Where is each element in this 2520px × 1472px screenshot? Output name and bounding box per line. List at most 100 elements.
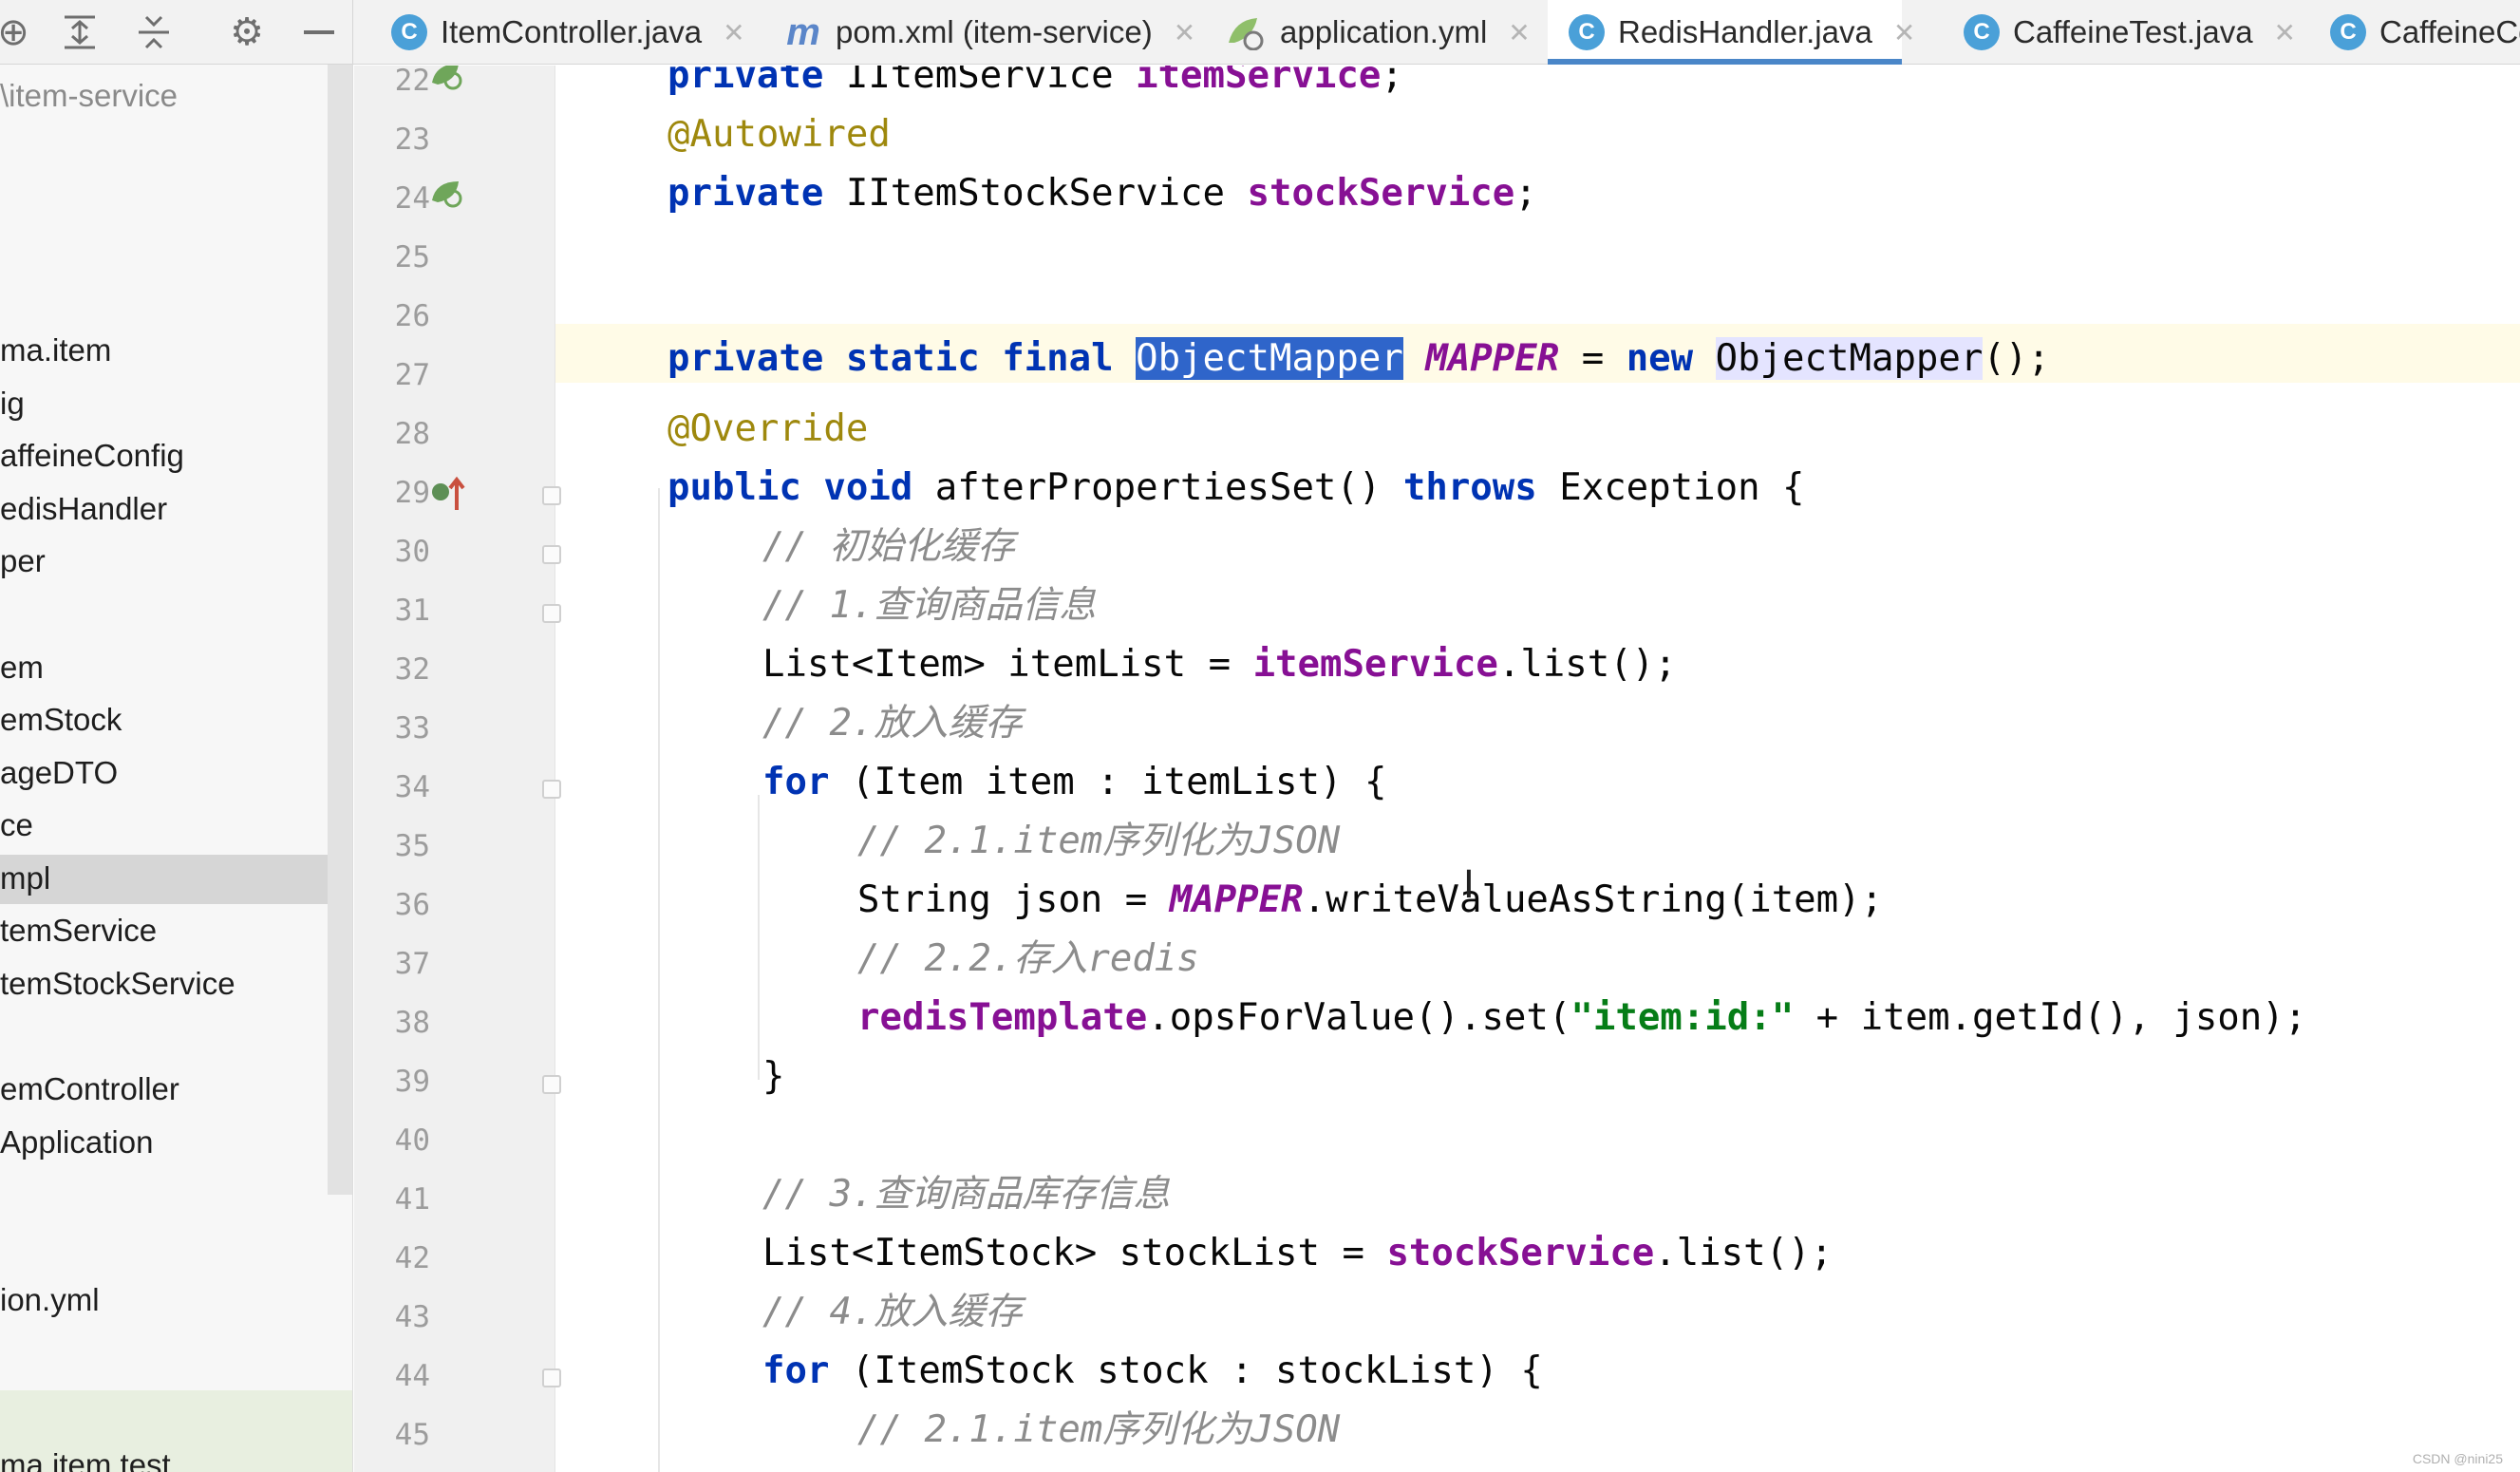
fold-marker[interactable] — [542, 1368, 561, 1387]
tab-application-yml[interactable]: application.yml ✕ — [1204, 0, 1531, 65]
line-number: 28 — [394, 417, 430, 451]
text-cursor-icon: I — [1463, 863, 1475, 907]
close-icon[interactable]: ✕ — [723, 17, 744, 48]
code-line-29: public void afterPropertiesSet() throws … — [668, 466, 1805, 509]
tab-label: application.yml — [1280, 14, 1488, 49]
line-number: 38 — [394, 1006, 430, 1040]
line-number: 42 — [394, 1241, 430, 1275]
tree-item[interactable]: temStockService — [0, 960, 328, 1010]
expand-all-icon[interactable] — [53, 6, 106, 59]
line-number: 35 — [394, 829, 430, 863]
tab-label: CaffeineCo — [2379, 14, 2520, 49]
tree-item[interactable]: edisHandler — [0, 485, 328, 535]
fold-marker[interactable] — [542, 545, 561, 564]
code-line-28: @Override — [668, 407, 869, 450]
line-number: 30 — [394, 535, 430, 569]
code-line-43: // 4.放入缓存 — [762, 1291, 1023, 1333]
code-line-37: // 2.2.存入redis — [857, 937, 1199, 980]
tree-item[interactable]: emStock — [0, 696, 328, 745]
editor-tabs: C ItemController.java ✕ m pom.xml (item-… — [353, 0, 2520, 65]
fold-marker[interactable] — [542, 604, 561, 623]
collapse-all-icon[interactable] — [127, 6, 180, 59]
code-line-41: // 3.查询商品库存信息 — [762, 1173, 1171, 1216]
occurrence-highlight: ObjectMapper — [1715, 337, 1984, 380]
line-number: 26 — [394, 299, 430, 333]
fold-marker[interactable] — [542, 780, 561, 799]
tab-caffeinetest[interactable]: C CaffeineTest.java ✕ — [1943, 0, 2296, 65]
fold-marker[interactable] — [542, 486, 561, 505]
code-line-35: // 2.1.item序列化为JSON — [857, 820, 1341, 862]
bean-icon[interactable] — [430, 179, 464, 213]
tree-item[interactable]: ma.item.test — [0, 1442, 328, 1472]
code-editor[interactable]: 22 23 24 25 26 27 28 29 30 31 32 33 34 3… — [354, 66, 2520, 1472]
editor-gutter: 22 23 24 25 26 27 28 29 30 31 32 33 34 3… — [354, 66, 561, 1472]
gear-icon[interactable]: ⚙ — [220, 6, 273, 59]
test-class-icon: C — [1964, 14, 2000, 50]
line-number: 34 — [394, 770, 430, 804]
tree-item[interactable]: per — [0, 538, 328, 587]
tab-label: ItemController.java — [441, 14, 703, 49]
fold-marker[interactable] — [542, 1075, 561, 1094]
tree-item[interactable]: em — [0, 644, 328, 693]
code-line-45: // 2.1.item序列化为JSON — [857, 1408, 1341, 1451]
tab-label: pom.xml (item-service) — [836, 14, 1153, 49]
bean-icon[interactable] — [430, 66, 464, 95]
tree-item[interactable]: temService — [0, 907, 328, 956]
line-number: 29 — [394, 476, 430, 510]
tree-item[interactable]: Application — [0, 1119, 328, 1168]
tab-redishandler[interactable]: C RedisHandler.java ✕ — [1548, 0, 1915, 65]
line-number: 43 — [394, 1300, 430, 1334]
code-line-26: private static final ObjectMapper MAPPER… — [668, 337, 2050, 380]
tree-item[interactable]: ig — [0, 380, 328, 429]
line-number: 36 — [394, 888, 430, 922]
class-icon: C — [2330, 14, 2366, 50]
code-line-39: } — [762, 1055, 785, 1098]
tree-item-selected[interactable]: mpl — [0, 855, 328, 904]
project-path: \item-service — [0, 78, 179, 113]
tree-item[interactable]: ce — [0, 802, 328, 851]
code-line-38: redisTemplate.opsForValue().set("item:id… — [857, 996, 2307, 1039]
tab-label: CaffeineTest.java — [2013, 14, 2253, 49]
yaml-icon — [1225, 14, 1267, 50]
sidebar-scrollbar[interactable] — [328, 65, 352, 1195]
tree-item[interactable]: ageDTO — [0, 749, 328, 799]
line-number: 44 — [394, 1359, 430, 1393]
close-icon[interactable]: ✕ — [1174, 17, 1195, 48]
tab-itemcontroller[interactable]: C ItemController.java ✕ — [370, 0, 745, 65]
line-number: 22 — [394, 66, 430, 98]
selected-text: ObjectMapper — [1136, 337, 1403, 380]
line-number: 45 — [394, 1418, 430, 1452]
crosshair-icon[interactable]: ⊕ — [0, 6, 40, 59]
close-icon[interactable]: ✕ — [1893, 17, 1915, 48]
close-icon[interactable]: ✕ — [2274, 17, 2296, 48]
tree-item[interactable]: ion.yml — [0, 1276, 328, 1326]
tab-pom-xml[interactable]: m pom.xml (item-service) ✕ — [763, 0, 1195, 65]
tree-item[interactable]: emController — [0, 1066, 328, 1115]
class-icon: C — [1569, 14, 1605, 50]
code-line-36: String json = MAPPER.writeValueAsString(… — [857, 878, 1884, 921]
close-icon[interactable]: ✕ — [1508, 17, 1530, 48]
line-number: 23 — [394, 123, 430, 157]
project-toolbar: ⊕ ⚙ — [0, 0, 353, 65]
implements-method-icon[interactable] — [430, 476, 468, 519]
top-bar: ⊕ ⚙ C ItemController.java ✕ m pom.xml (i… — [0, 0, 2520, 65]
project-tree: \item-service ma.item ig affeineConfig e… — [0, 65, 353, 1472]
indent-guide — [658, 488, 660, 1472]
tree-item[interactable]: ma.item — [0, 327, 328, 376]
class-icon: C — [391, 14, 427, 50]
line-number: 27 — [394, 358, 430, 392]
tab-caffeineconfig[interactable]: C CaffeineCo — [2309, 0, 2520, 65]
line-number: 32 — [394, 652, 430, 687]
watermark: CSDN @nini25 — [2412, 1451, 2503, 1466]
code-line-33: // 2.放入缓存 — [762, 702, 1023, 745]
minimize-icon[interactable] — [292, 6, 346, 59]
tab-label: RedisHandler.java — [1618, 14, 1872, 49]
line-number: 40 — [394, 1123, 430, 1158]
code-line-22: private IItemService itemService; — [668, 66, 1403, 97]
tree-item[interactable]: affeineConfig — [0, 432, 328, 481]
code-line-34: for (Item item : itemList) { — [762, 761, 1387, 803]
code-line-30: // 初始化缓存 — [762, 525, 1015, 568]
line-number: 33 — [394, 711, 430, 745]
line-number: 39 — [394, 1065, 430, 1099]
code-line-23: @Autowired — [668, 113, 891, 156]
